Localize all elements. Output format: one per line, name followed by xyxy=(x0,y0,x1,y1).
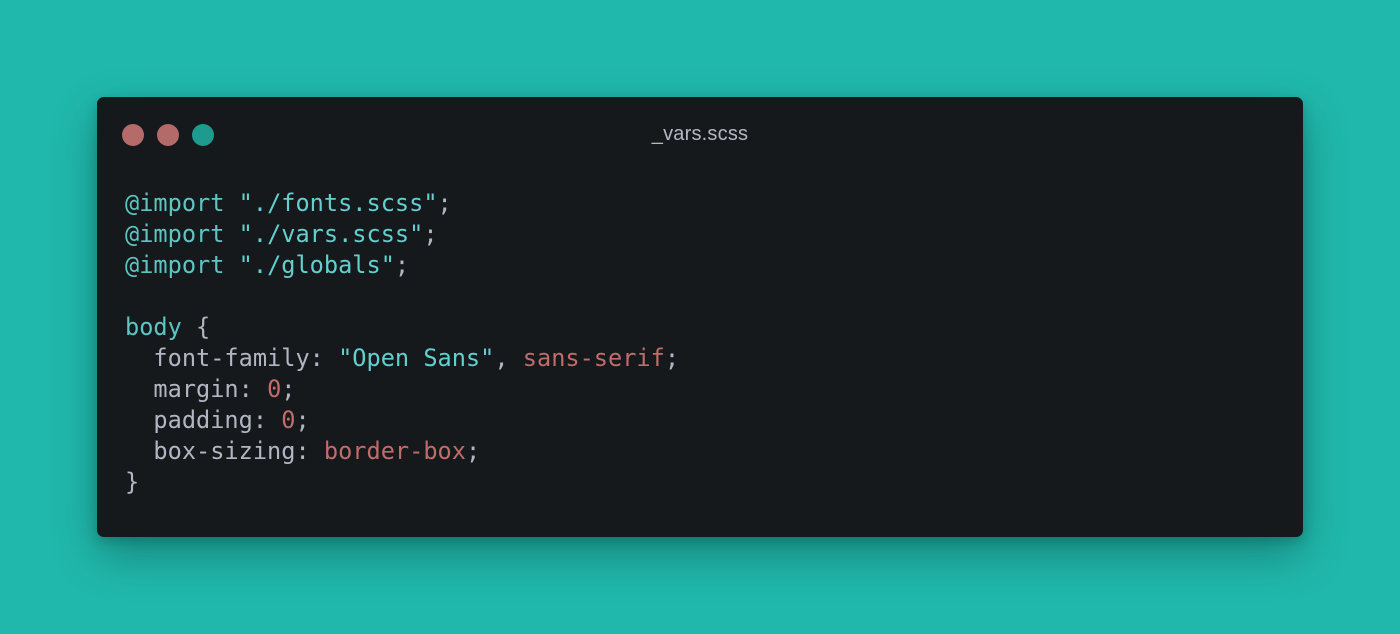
punctuation-token: ; xyxy=(394,251,410,279)
punctuation-token: ; xyxy=(281,375,296,403)
code-line: padding: 0; xyxy=(125,405,679,436)
keyword-value-token: sans-serif xyxy=(522,344,665,372)
property-token: padding xyxy=(125,406,253,434)
punctuation-token: } xyxy=(125,468,140,496)
keyword-value-token: border-box xyxy=(323,437,466,465)
code-line: @import "./vars.scss"; xyxy=(125,219,679,250)
number-token: 0 xyxy=(281,406,296,434)
code-line: box-sizing: border-box; xyxy=(125,436,679,467)
punctuation-token: ; xyxy=(295,406,310,434)
string-token: "./globals" xyxy=(238,251,395,279)
punctuation-token: : xyxy=(309,344,339,372)
code-line: } xyxy=(125,467,679,498)
punctuation-token: ; xyxy=(465,437,481,465)
punctuation-token: ; xyxy=(664,344,680,372)
punctuation-token: : xyxy=(238,375,268,403)
code-line: font-family: "Open Sans", sans-serif; xyxy=(125,343,679,374)
punctuation-token: : xyxy=(295,437,324,465)
window-titlebar: _vars.scss xyxy=(97,97,1303,169)
string-token: "./fonts.scss" xyxy=(238,189,438,217)
window-title: _vars.scss xyxy=(651,123,749,145)
code-editor[interactable]: @import "./fonts.scss"; @import "./vars.s… xyxy=(125,188,679,498)
punctuation-token xyxy=(224,251,238,279)
punctuation-token: ; xyxy=(423,220,438,248)
property-token: margin xyxy=(125,375,239,403)
code-line: body { xyxy=(125,312,679,343)
code-line: @import "./fonts.scss"; xyxy=(125,188,679,219)
at-rule-token: @import xyxy=(125,220,225,248)
number-token: 0 xyxy=(267,375,282,403)
at-rule-token: @import xyxy=(125,189,225,217)
punctuation-token: ; xyxy=(437,189,452,217)
property-token: font-family xyxy=(125,344,310,372)
code-line: margin: 0; xyxy=(125,374,679,405)
at-rule-token: @import xyxy=(125,251,225,279)
punctuation-token: { xyxy=(181,313,211,341)
string-token: "Open Sans" xyxy=(338,344,495,372)
property-token: box-sizing xyxy=(125,437,296,465)
punctuation-token xyxy=(224,189,238,217)
punctuation-token: : xyxy=(252,406,282,434)
punctuation-token: , xyxy=(494,344,523,372)
code-window: _vars.scss @import "./fonts.scss"; @impor… xyxy=(97,97,1303,537)
punctuation-token xyxy=(224,220,238,248)
selector-token: body xyxy=(125,313,182,341)
code-line: @import "./globals"; xyxy=(125,250,679,281)
string-token: "./vars.scss" xyxy=(238,220,424,248)
